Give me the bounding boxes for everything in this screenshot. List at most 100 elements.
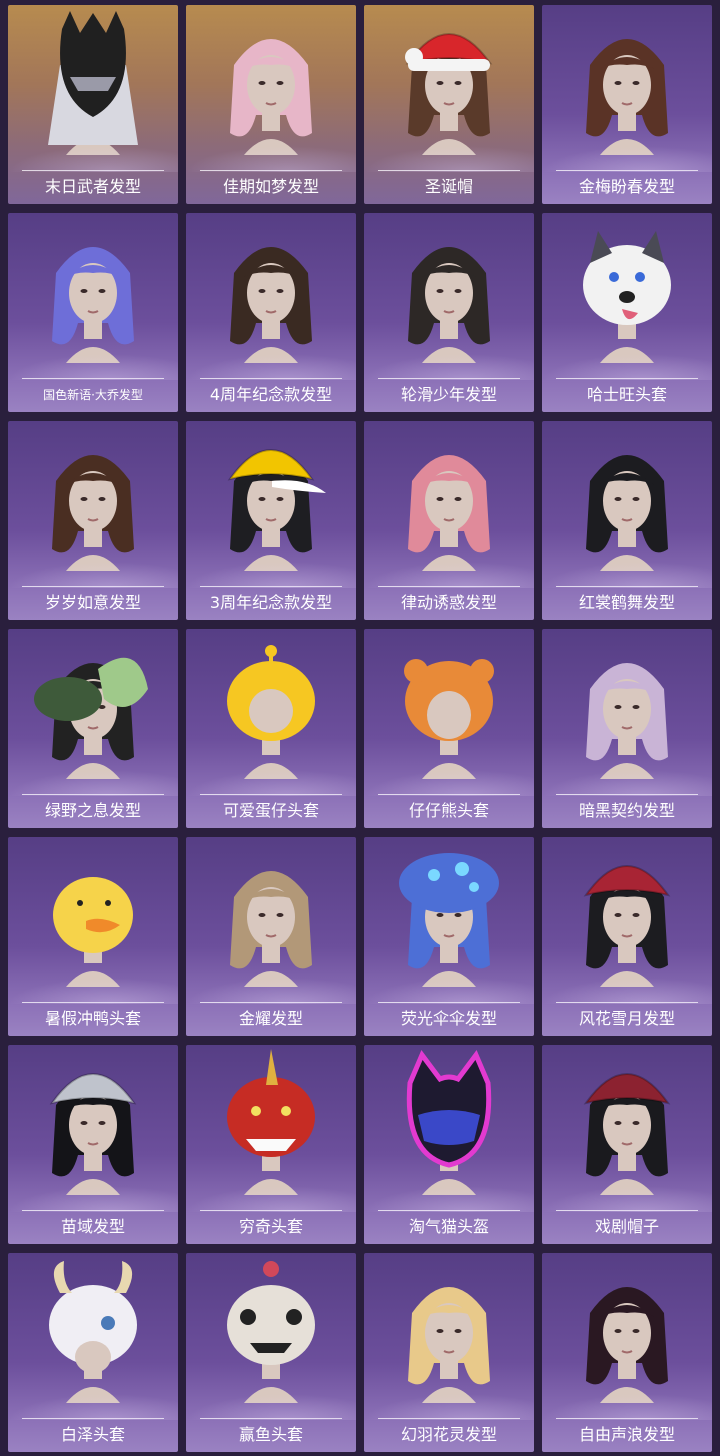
item-grid: 末日武者发型 佳期如梦发型 圣诞帽 金梅盼春发型 国色新语·大乔发型 4周年纪念… bbox=[0, 0, 720, 1456]
item-preview bbox=[8, 1045, 178, 1205]
long-pink-hair-icon bbox=[230, 39, 312, 155]
lavender-hair-icon bbox=[586, 663, 668, 779]
item-preview bbox=[364, 421, 534, 581]
label-divider bbox=[556, 794, 698, 795]
label-divider bbox=[200, 586, 342, 587]
item-preview bbox=[364, 1253, 534, 1413]
baseball-cap-icon bbox=[227, 449, 326, 571]
item-card[interactable]: 暑假冲鸭头套 bbox=[8, 837, 178, 1036]
item-card[interactable]: 戏剧帽子 bbox=[542, 1045, 712, 1244]
item-name: 国色新语·大乔发型 bbox=[43, 388, 143, 402]
label-divider bbox=[200, 1002, 342, 1003]
label-divider bbox=[556, 586, 698, 587]
item-card[interactable]: 律动诱惑发型 bbox=[364, 421, 534, 620]
item-name: 佳期如梦发型 bbox=[222, 177, 319, 196]
item-card[interactable]: 绿野之息发型 bbox=[8, 629, 178, 828]
label-divider bbox=[556, 1002, 698, 1003]
item-name: 幻羽花灵发型 bbox=[400, 1425, 497, 1444]
blonde-long-hair-icon bbox=[230, 871, 312, 987]
item-card[interactable]: 末日武者发型 bbox=[8, 5, 178, 204]
item-card[interactable]: 赢鱼头套 bbox=[186, 1253, 356, 1452]
bear-head-icon bbox=[404, 659, 494, 779]
item-name: 金梅盼春发型 bbox=[578, 177, 675, 196]
item-name: 淘气猫头盔 bbox=[408, 1217, 489, 1236]
item-name: 绿野之息发型 bbox=[44, 801, 141, 820]
item-preview bbox=[542, 1045, 712, 1205]
item-preview bbox=[8, 5, 178, 165]
label-divider bbox=[556, 170, 698, 171]
item-card[interactable]: 佳期如梦发型 bbox=[186, 5, 356, 204]
label-divider bbox=[200, 170, 342, 171]
label-divider bbox=[378, 794, 520, 795]
item-name: 4周年纪念款发型 bbox=[209, 385, 333, 404]
item-card[interactable]: 淘气猫头盔 bbox=[364, 1045, 534, 1244]
label-divider bbox=[200, 1418, 342, 1419]
mushroom-hat-icon bbox=[399, 853, 499, 987]
item-preview bbox=[542, 213, 712, 373]
label-divider bbox=[556, 1418, 698, 1419]
item-card[interactable]: 暗黑契约发型 bbox=[542, 629, 712, 828]
item-card[interactable]: 金耀发型 bbox=[186, 837, 356, 1036]
item-card[interactable]: 仔仔熊头套 bbox=[364, 629, 534, 828]
item-name: 荧光伞伞发型 bbox=[400, 1009, 497, 1028]
item-name: 戏剧帽子 bbox=[594, 1217, 659, 1236]
item-card[interactable]: 红裳鹤舞发型 bbox=[542, 421, 712, 620]
silver-headdress-icon bbox=[49, 1073, 137, 1195]
pink-twintail-hair-icon bbox=[408, 455, 490, 571]
item-name: 轮滑少年发型 bbox=[400, 385, 497, 404]
label-divider bbox=[378, 378, 520, 379]
item-preview bbox=[364, 1045, 534, 1205]
dragon-mask-icon bbox=[227, 1049, 315, 1195]
item-name: 苗域发型 bbox=[60, 1217, 125, 1236]
item-card[interactable]: 苗域发型 bbox=[8, 1045, 178, 1244]
label-divider bbox=[378, 1210, 520, 1211]
item-preview bbox=[186, 629, 356, 789]
label-divider bbox=[556, 1210, 698, 1211]
magenta-long-hair-icon bbox=[586, 1287, 668, 1403]
item-card[interactable]: 风花雪月发型 bbox=[542, 837, 712, 1036]
item-card[interactable]: 岁岁如意发型 bbox=[8, 421, 178, 620]
item-name: 末日武者发型 bbox=[44, 177, 141, 196]
item-name: 暑假冲鸭头套 bbox=[44, 1009, 141, 1028]
item-card[interactable]: 轮滑少年发型 bbox=[364, 213, 534, 412]
item-name: 岁岁如意发型 bbox=[44, 593, 141, 612]
label-divider bbox=[22, 586, 164, 587]
item-preview bbox=[186, 213, 356, 373]
santa-hat-icon bbox=[405, 33, 493, 155]
item-name: 仔仔熊头套 bbox=[408, 801, 489, 820]
ponytail-hair-icon bbox=[408, 247, 490, 363]
item-card[interactable]: 金梅盼春发型 bbox=[542, 5, 712, 204]
item-card[interactable]: 自由声浪发型 bbox=[542, 1253, 712, 1452]
label-divider bbox=[378, 1418, 520, 1419]
label-divider bbox=[200, 1210, 342, 1211]
purple-braid-hair-icon bbox=[52, 247, 134, 363]
item-preview bbox=[364, 5, 534, 165]
jester-hat-icon bbox=[583, 1073, 671, 1195]
item-preview bbox=[8, 421, 178, 581]
item-card[interactable]: 幻羽花灵发型 bbox=[364, 1253, 534, 1452]
item-card[interactable]: 穷奇头套 bbox=[186, 1045, 356, 1244]
label-divider bbox=[22, 170, 164, 171]
item-card[interactable]: 3周年纪念款发型 bbox=[186, 421, 356, 620]
item-card[interactable]: 可爱蛋仔头套 bbox=[186, 629, 356, 828]
duck-head-icon bbox=[53, 877, 133, 987]
label-divider bbox=[22, 794, 164, 795]
item-name: 穷奇头套 bbox=[238, 1217, 303, 1236]
item-preview bbox=[8, 629, 178, 789]
item-card[interactable]: 圣诞帽 bbox=[364, 5, 534, 204]
item-card[interactable]: 白泽头套 bbox=[8, 1253, 178, 1452]
item-card[interactable]: 国色新语·大乔发型 bbox=[8, 213, 178, 412]
item-preview bbox=[364, 629, 534, 789]
label-divider bbox=[200, 378, 342, 379]
blonde-braid-hair-icon bbox=[408, 1287, 490, 1403]
item-card[interactable]: 荧光伞伞发型 bbox=[364, 837, 534, 1036]
item-preview bbox=[186, 837, 356, 997]
embroidered-hat-icon bbox=[583, 865, 671, 987]
item-preview bbox=[186, 421, 356, 581]
item-preview bbox=[186, 5, 356, 165]
item-card[interactable]: 4周年纪念款发型 bbox=[186, 213, 356, 412]
item-name: 红裳鹤舞发型 bbox=[578, 593, 675, 612]
item-card[interactable]: 哈士旺头套 bbox=[542, 213, 712, 412]
item-name: 律动诱惑发型 bbox=[400, 593, 497, 612]
item-name: 金耀发型 bbox=[238, 1009, 303, 1028]
